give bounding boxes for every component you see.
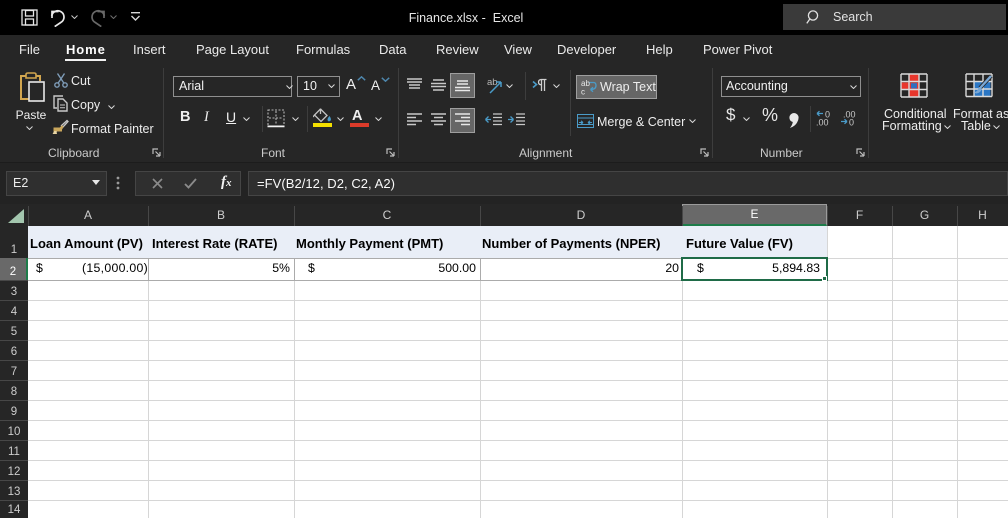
svg-text:.00: .00: [816, 118, 829, 127]
svg-text:0: 0: [849, 118, 854, 127]
svg-text:c: c: [581, 88, 585, 96]
